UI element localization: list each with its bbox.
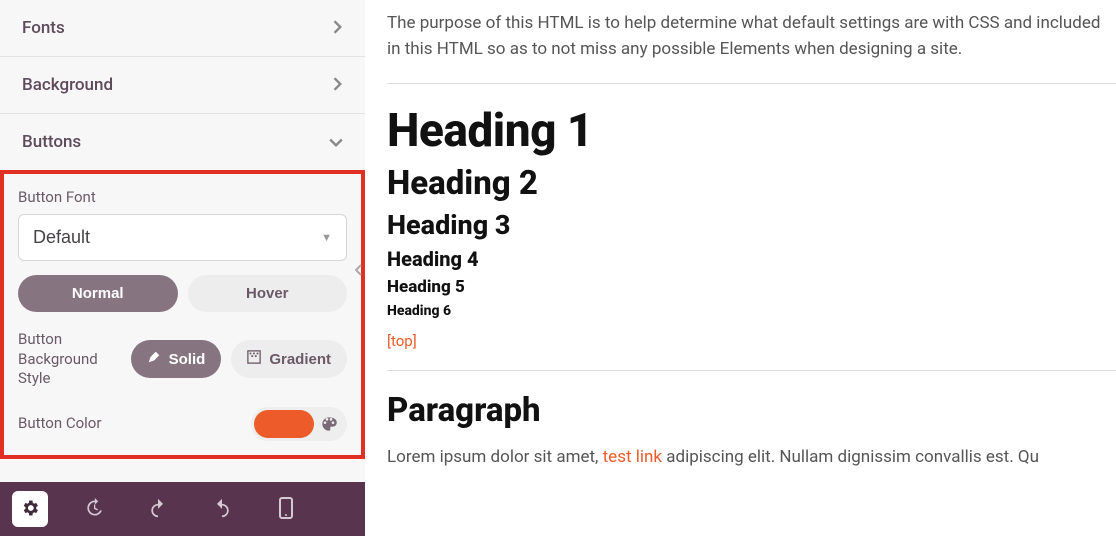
tab-normal[interactable]: Normal: [18, 275, 178, 312]
heading-4: Heading 4: [387, 247, 1116, 271]
heading-6: Heading 6: [387, 303, 1116, 319]
undo-button[interactable]: [140, 491, 176, 527]
tab-hover[interactable]: Hover: [188, 275, 348, 312]
top-link[interactable]: [top]: [387, 332, 417, 350]
chevron-right-icon: [333, 19, 343, 38]
chevron-right-icon: [333, 76, 343, 95]
collapse-handle[interactable]: [352, 256, 366, 284]
bg-style-group: Solid Gradient: [131, 340, 347, 378]
state-tabs: Normal Hover: [18, 275, 347, 312]
bg-style-solid-label: Solid: [169, 351, 206, 368]
accordion-label: Buttons: [22, 132, 81, 152]
bg-style-gradient[interactable]: Gradient: [231, 340, 347, 378]
button-font-select[interactable]: Default ▼: [18, 214, 347, 261]
bg-style-label: Button Background Style: [18, 330, 118, 389]
history-icon: [84, 498, 104, 521]
accordion-item-fonts[interactable]: Fonts: [0, 0, 365, 57]
buttons-panel-highlight: Button Font Default ▼ Normal Hover Butto…: [0, 170, 365, 459]
mobile-icon: [278, 497, 294, 522]
caret-down-icon: ▼: [321, 232, 332, 244]
heading-2: Heading 2: [387, 164, 1116, 203]
paragraph-body: Lorem ipsum dolor sit amet, test link ad…: [387, 444, 1116, 470]
button-color-row: Button Color: [18, 407, 347, 441]
gear-icon: [20, 498, 40, 521]
color-swatch[interactable]: [254, 410, 314, 438]
button-font-value: Default: [33, 227, 90, 248]
paragraph-heading: Paragraph: [387, 391, 1116, 430]
divider: [387, 83, 1116, 84]
accordion-header-buttons[interactable]: Buttons: [0, 114, 365, 170]
paragraph-suffix: adipiscing elit. Nullam dignissim conval…: [662, 447, 1039, 467]
undo-icon: [148, 498, 168, 521]
sidebar: Fonts Background Buttons: [0, 0, 365, 536]
bg-style-row: Button Background Style Solid: [18, 330, 347, 389]
heading-3: Heading 3: [387, 209, 1116, 241]
pencil-icon: [147, 350, 161, 368]
bottom-bar: [0, 482, 365, 536]
divider: [387, 370, 1116, 371]
accordion-header-background[interactable]: Background: [0, 57, 365, 113]
button-font-label: Button Font: [18, 188, 347, 206]
gradient-icon: [247, 350, 261, 368]
accordion-header-fonts[interactable]: Fonts: [0, 0, 365, 56]
button-font-select-input[interactable]: Default ▼: [18, 214, 347, 261]
accordion-item-background[interactable]: Background: [0, 57, 365, 114]
intro-text: The purpose of this HTML is to help dete…: [387, 10, 1116, 63]
sidebar-scroll: Fonts Background Buttons: [0, 0, 365, 482]
button-color-label: Button Color: [18, 414, 101, 434]
accordion-label: Background: [22, 75, 113, 95]
redo-icon: [212, 498, 232, 521]
test-link[interactable]: test link: [603, 447, 662, 467]
heading-5: Heading 5: [387, 277, 1116, 297]
button-color-control[interactable]: [251, 407, 347, 441]
heading-1: Heading 1: [387, 104, 1116, 158]
palette-icon[interactable]: [314, 410, 344, 438]
chevron-down-icon: [329, 133, 343, 152]
paragraph-prefix: Lorem ipsum dolor sit amet,: [387, 447, 603, 467]
bg-style-gradient-label: Gradient: [269, 351, 331, 368]
bg-style-solid[interactable]: Solid: [131, 340, 222, 378]
accordion-label: Fonts: [22, 18, 65, 38]
settings-button[interactable]: [12, 491, 48, 527]
preview-pane: The purpose of this HTML is to help dete…: [365, 0, 1116, 536]
redo-button[interactable]: [204, 491, 240, 527]
history-button[interactable]: [76, 491, 112, 527]
responsive-button[interactable]: [268, 491, 304, 527]
accordion-item-buttons: Buttons Button Font Default ▼ Normal Hov…: [0, 114, 365, 459]
